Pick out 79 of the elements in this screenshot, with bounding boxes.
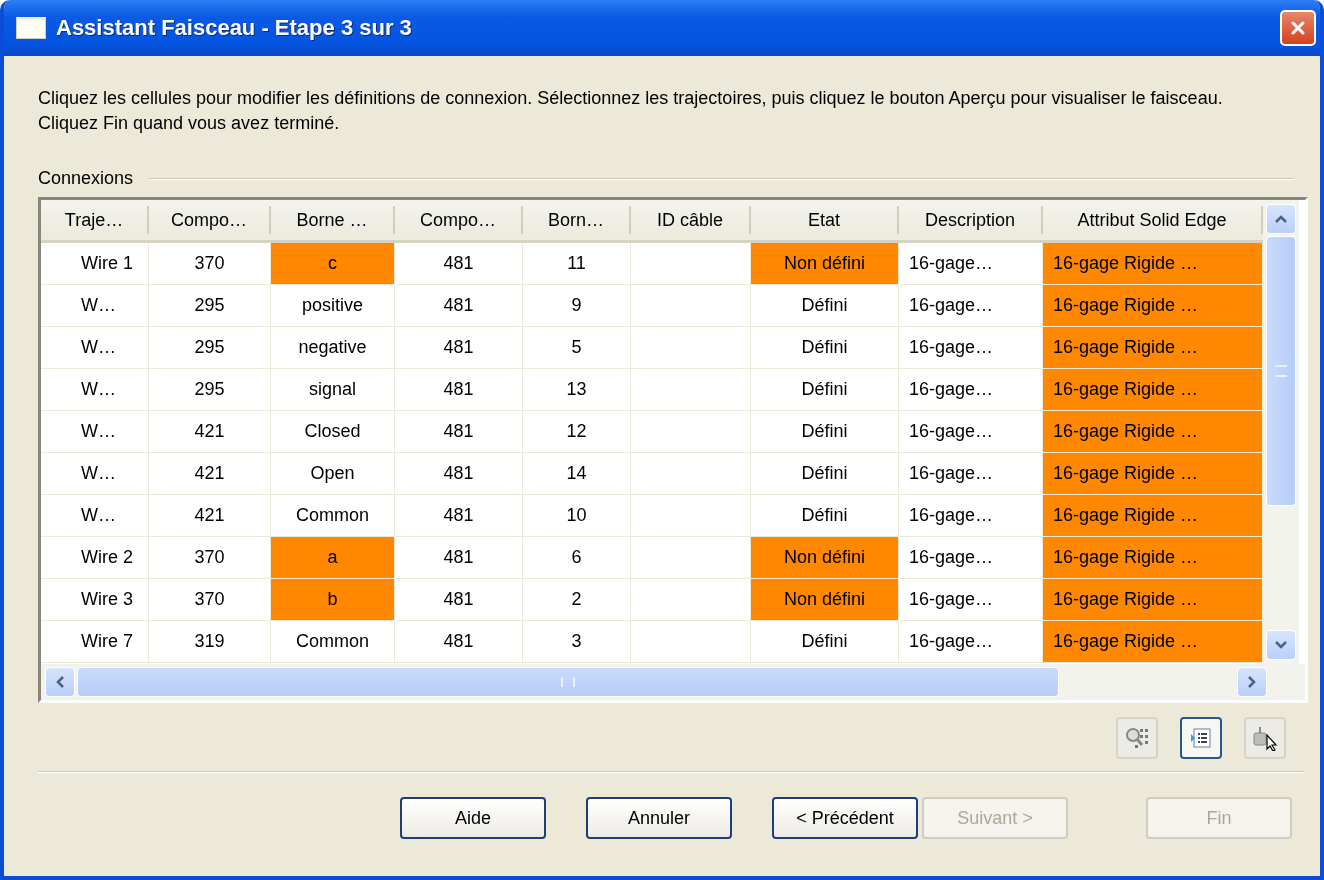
table-cell[interactable]: Défini: [751, 621, 899, 663]
table-cell[interactable]: 421: [149, 495, 271, 537]
table-cell[interactable]: signal: [271, 369, 395, 411]
window-title: Assistant Faisceau - Etape 3 sur 3: [56, 15, 413, 41]
column-header[interactable]: ID câble: [631, 206, 751, 234]
column-header[interactable]: Borne …: [271, 206, 395, 234]
column-header[interactable]: Description: [899, 206, 1043, 234]
table-cell[interactable]: 5: [523, 327, 631, 369]
table-cell[interactable]: 295: [149, 369, 271, 411]
table-cell[interactable]: W…: [41, 327, 149, 369]
table-cell[interactable]: Non défini: [751, 537, 899, 579]
table-cell[interactable]: 295: [149, 327, 271, 369]
table-cell[interactable]: 3: [523, 621, 631, 663]
table-cell[interactable]: Common: [271, 621, 395, 663]
table-cell[interactable]: Défini: [751, 453, 899, 495]
column-header[interactable]: Etat: [751, 206, 899, 234]
table-cell[interactable]: positive: [271, 285, 395, 327]
table-cell[interactable]: 14: [523, 453, 631, 495]
table-cell[interactable]: 16-gage Rigide …: [1043, 579, 1263, 621]
table-cell[interactable]: negative: [271, 327, 395, 369]
dialog-button[interactable]: Aide: [400, 797, 546, 839]
table-cell[interactable]: 481: [395, 579, 523, 621]
table-cell[interactable]: 6: [523, 537, 631, 579]
table-cell[interactable]: 481: [395, 537, 523, 579]
table-cell[interactable]: Non défini: [751, 579, 899, 621]
column-header[interactable]: Compo…: [149, 206, 271, 234]
table-cell[interactable]: 295: [149, 285, 271, 327]
table-cell[interactable]: 16-gage Rigide …: [1043, 411, 1263, 453]
table-cell[interactable]: 2: [523, 579, 631, 621]
table-cell[interactable]: b: [271, 579, 395, 621]
table-cell[interactable]: 11: [523, 243, 631, 285]
table-cell[interactable]: W…: [41, 411, 149, 453]
column-header[interactable]: Traje…: [41, 206, 149, 234]
table-cell[interactable]: 12: [523, 411, 631, 453]
dialog-button[interactable]: Annuler: [586, 797, 732, 839]
table-cell[interactable]: 9: [523, 285, 631, 327]
table-cell[interactable]: 16-gage Rigide …: [1043, 369, 1263, 411]
table-cell[interactable]: 319: [149, 621, 271, 663]
table-cell[interactable]: 481: [395, 621, 523, 663]
table-cell[interactable]: a: [271, 537, 395, 579]
table-cell[interactable]: Wire 3: [41, 579, 149, 621]
table-cell[interactable]: Défini: [751, 285, 899, 327]
table-cell[interactable]: W…: [41, 453, 149, 495]
table-cell[interactable]: Défini: [751, 369, 899, 411]
table-cell[interactable]: W…: [41, 369, 149, 411]
table-cell[interactable]: 13: [523, 369, 631, 411]
table-cell[interactable]: 16-gage Rigide …: [1043, 243, 1263, 285]
table-cell[interactable]: 481: [395, 495, 523, 537]
table-cell[interactable]: Closed: [271, 411, 395, 453]
column-header[interactable]: Compo…: [395, 206, 523, 234]
group-label: Connexions: [38, 168, 134, 189]
table-cell[interactable]: Wire 7: [41, 621, 149, 663]
table-cell[interactable]: c: [271, 243, 395, 285]
table-cell[interactable]: 421: [149, 411, 271, 453]
table-cell[interactable]: 481: [395, 411, 523, 453]
table-cell[interactable]: W…: [41, 495, 149, 537]
table-cell[interactable]: Open: [271, 453, 395, 495]
table-cell[interactable]: 16-gage Rigide …: [1043, 537, 1263, 579]
table-cell[interactable]: 10: [523, 495, 631, 537]
table-cell[interactable]: 481: [395, 285, 523, 327]
instructions-text: Cliquez les cellules pour modifier les définitions de connexion. Sélectionnez les trajectoires, puis cliquez le bouton Aperçu pour visualiser le faisceau. Cliquez Fin quand vous avez terminé.: [38, 87, 1224, 135]
dialog-button[interactable]: < Précédent: [772, 797, 918, 839]
column-header[interactable]: Born…: [523, 206, 631, 234]
table-cell[interactable]: 481: [395, 369, 523, 411]
table-cell[interactable]: 481: [395, 453, 523, 495]
table-cell[interactable]: 481: [395, 327, 523, 369]
table-cell[interactable]: Non défini: [751, 243, 899, 285]
table-cell[interactable]: 16-gage Rigide …: [1043, 285, 1263, 327]
table-cell[interactable]: Défini: [751, 327, 899, 369]
table-cell[interactable]: Défini: [751, 411, 899, 453]
table-cell[interactable]: Wire 1: [41, 243, 149, 285]
table-cell[interactable]: W…: [41, 285, 149, 327]
table-cell[interactable]: Wire 2: [41, 537, 149, 579]
table-cell[interactable]: 16-gage Rigide …: [1043, 453, 1263, 495]
table-cell[interactable]: 481: [395, 243, 523, 285]
table-cell[interactable]: 16-gage Rigide …: [1043, 495, 1263, 537]
table-cell[interactable]: 421: [149, 453, 271, 495]
table-cell[interactable]: 16-gage Rigide …: [1043, 621, 1263, 663]
table-cell[interactable]: 16-gage Rigide …: [1043, 327, 1263, 369]
